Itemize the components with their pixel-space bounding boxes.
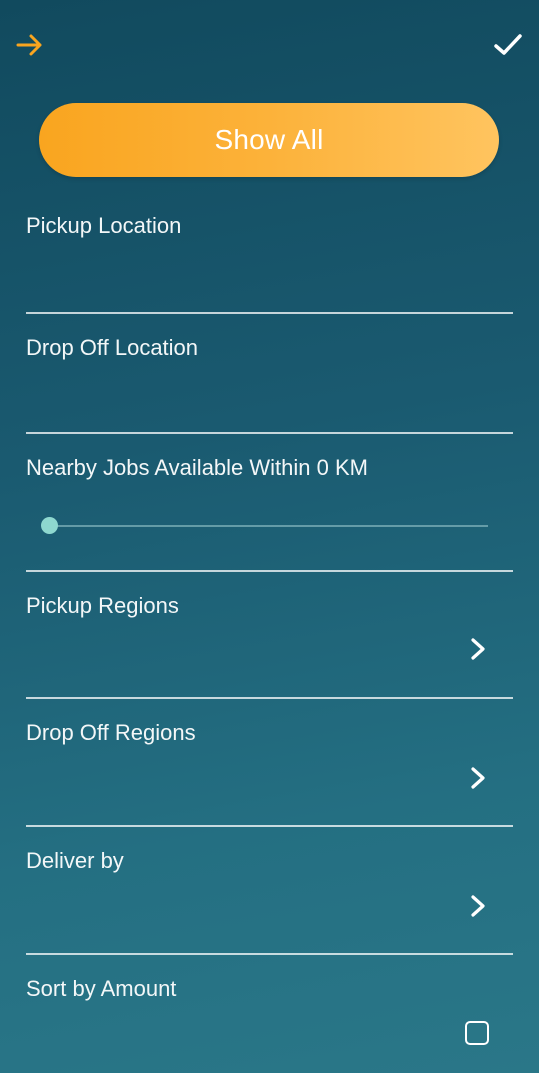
- arrow-right-icon[interactable]: [16, 32, 44, 58]
- divider: [26, 312, 513, 314]
- distance-slider-track[interactable]: [50, 525, 488, 527]
- dropoff-regions-row[interactable]: [0, 699, 539, 825]
- check-icon[interactable]: [493, 32, 523, 58]
- deliver-by-label: Deliver by: [26, 848, 124, 873]
- filter-screen: Show All Pickup Location Drop Off Locati…: [0, 0, 539, 1073]
- nearby-jobs-label: Nearby Jobs Available Within 0 KM: [26, 455, 368, 480]
- dropoff-regions-field: Drop Off Regions: [26, 720, 513, 750]
- pickup-regions-row[interactable]: [0, 572, 539, 697]
- dropoff-regions-label: Drop Off Regions: [26, 720, 196, 745]
- distance-slider-thumb[interactable]: [41, 517, 58, 534]
- pickup-location-label: Pickup Location: [26, 213, 182, 238]
- dropoff-location-input[interactable]: [26, 389, 517, 431]
- divider: [26, 953, 513, 955]
- deliver-by-row[interactable]: [0, 827, 539, 953]
- chevron-right-icon[interactable]: [469, 766, 487, 790]
- chevron-right-icon[interactable]: [469, 637, 487, 661]
- dropoff-location-field: Drop Off Location: [26, 335, 517, 433]
- sort-by-amount-label: Sort by Amount: [26, 976, 177, 1001]
- pickup-regions-field: Pickup Regions: [26, 593, 513, 623]
- sort-by-amount-checkbox[interactable]: [465, 1021, 489, 1045]
- pickup-location-input[interactable]: [26, 268, 517, 310]
- pickup-location-field: Pickup Location: [26, 213, 517, 313]
- deliver-by-field: Deliver by: [26, 848, 513, 878]
- chevron-right-icon[interactable]: [469, 894, 487, 918]
- divider: [26, 432, 513, 434]
- pickup-regions-label: Pickup Regions: [26, 593, 179, 618]
- dropoff-location-label: Drop Off Location: [26, 335, 199, 360]
- sort-by-amount-field: Sort by Amount: [26, 976, 513, 1006]
- show-all-button[interactable]: Show All: [39, 103, 499, 177]
- nearby-jobs-field: Nearby Jobs Available Within 0 KM: [26, 455, 513, 485]
- top-bar: [0, 0, 539, 90]
